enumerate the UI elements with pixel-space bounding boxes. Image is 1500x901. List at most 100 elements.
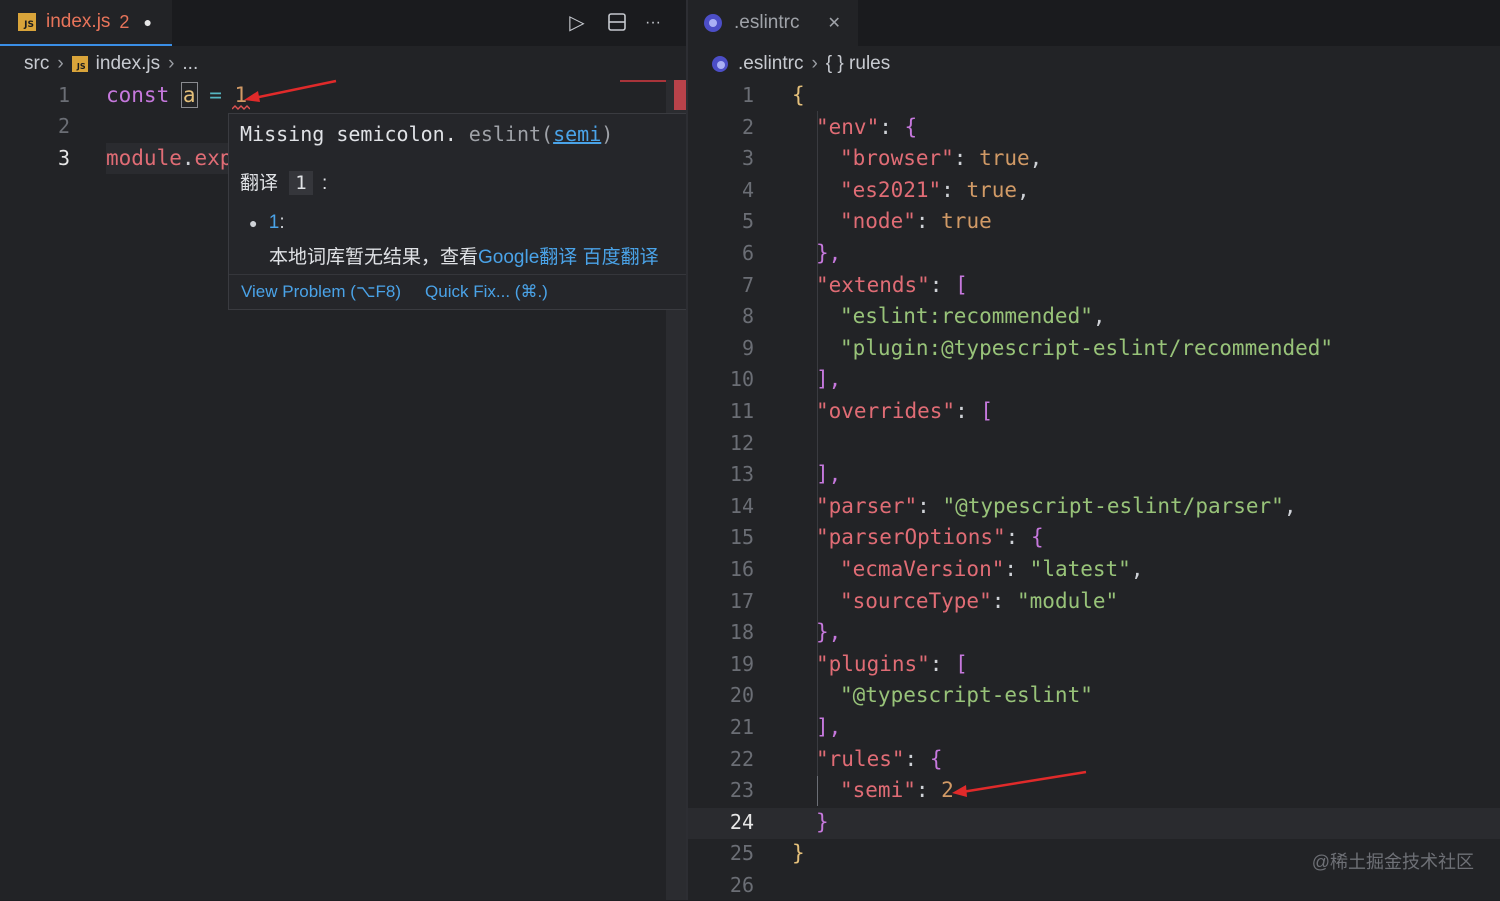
code-line[interactable]: "@typescript-eslint" [840,680,1093,711]
translate-result: 本地词库暂无结果，查看Google翻译 百度翻译 [269,242,659,269]
code-line[interactable]: ], [816,364,841,395]
breadcrumb-file[interactable]: index.js [96,53,160,75]
code-line[interactable]: } [792,838,805,869]
brace: { [792,83,805,107]
code-area[interactable]: const a = 1 module.exp [106,80,303,200]
line-number: 3 [741,146,754,171]
line-number: 15 [729,525,754,550]
code-line[interactable]: "eslint:recommended", [840,301,1106,332]
rule-link-semi[interactable]: semi [553,122,601,146]
json-value: true [941,209,992,234]
left-editor-group: JS index.js 2 ● ▷ ··· src › JS index.js … [0,0,696,900]
breadcrumb-file[interactable]: .eslintrc [738,53,803,75]
translate-label: 翻译 [240,173,279,194]
json-key: "ecmaVersion" [840,557,1005,581]
breadcrumb-more[interactable]: ... [182,53,198,75]
line-number: 7 [741,272,754,297]
breadcrumb: src › JS index.js › ... [24,48,198,80]
chevron-right-icon: › [168,53,175,74]
translate-term: 1 [289,171,313,195]
unsaved-dot-icon[interactable]: ● [143,14,151,30]
hover-message-line: Missing semicolon. eslint(semi) [240,122,613,146]
line-number: 3 [57,146,70,170]
tab-filename: index.js [46,11,111,32]
code-line[interactable]: }, [816,617,841,648]
split-editor-icon[interactable] [606,12,628,34]
diagnostic-message: Missing semicolon. [240,122,457,146]
code-line[interactable]: "parserOptions": { [816,522,1044,553]
watermark: @稀土掘金技术社区 [1311,852,1474,872]
dot: . [181,146,195,170]
problem-count-badge: 2 [119,11,130,32]
json-string: "module" [1017,588,1119,613]
tab-index-js[interactable]: JS index.js 2 ● [0,0,172,46]
code-line[interactable]: ], [816,459,841,490]
breadcrumb: .eslintrc › { } rules [712,48,890,80]
tab-eslintrc[interactable]: .eslintrc ✕ [688,0,858,46]
operator-equals: = [209,83,222,107]
code-line[interactable]: "ecmaVersion": "latest", [840,554,1143,585]
code-line[interactable]: "env": { [816,112,917,143]
code-line[interactable]: module.exp [106,143,236,174]
line-number: 9 [741,335,754,360]
json-key: "overrides" [816,399,956,423]
code-line[interactable]: "es2021": true, [840,175,1030,206]
google-translate-link[interactable]: Google翻译 [478,247,577,268]
view-problem-link[interactable]: View Problem (⌥F8) [241,282,401,302]
close-icon[interactable]: ✕ [827,13,840,33]
baidu-translate-link[interactable]: 百度翻译 [583,247,659,268]
json-string: "latest" [1029,557,1131,581]
code-line[interactable]: "parser": "@typescript-eslint/parser", [816,491,1296,522]
quick-fix-link[interactable]: Quick Fix... (⌘.) [425,282,548,302]
line-number: 1 [741,83,754,107]
code-line[interactable]: "browser": true, [840,143,1042,174]
chevron-right-icon: › [811,53,818,74]
line-number: 10 [729,367,754,392]
bracket: [ [955,272,968,297]
line-number: 24 [729,809,754,834]
brace: { [1030,525,1044,550]
code-line[interactable]: "node": true [840,206,992,237]
more-actions-icon[interactable]: ··· [642,12,664,34]
line-number: 25 [729,841,754,866]
code-line[interactable] [106,111,303,198]
code-line[interactable]: "sourceType": "module" [840,586,1118,617]
line-number: 17 [729,588,754,613]
code-area[interactable]: { "env": { "browser": true, "es2021": tr… [792,80,1333,865]
chevron-right-icon: › [57,53,64,74]
translate-colon: : [322,173,328,194]
json-key: "parserOptions" [816,525,1006,550]
code-line[interactable]: "plugin:@typescript-eslint/recommended" [840,333,1333,364]
code-line[interactable]: ], [816,712,841,743]
bracket: [ [955,651,968,676]
json-key: "browser" [840,146,954,171]
code-line[interactable]: "extends": [ [816,270,968,301]
minimap-error-marker [620,80,666,82]
code-line[interactable]: const a = 1 [106,80,247,111]
breadcrumb-folder[interactable]: src [24,53,49,75]
breadcrumb-symbol[interactable]: { } rules [826,53,890,75]
js-file-icon: JS [71,56,88,72]
line-number: 12 [729,430,754,455]
tab-filename: .eslintrc [734,12,800,33]
keyword-const: const [106,83,170,107]
line-number: 16 [729,557,754,581]
json-key: "plugins" [816,651,930,676]
variable-a[interactable]: a [180,82,198,108]
diagnostic-source-end: ) [601,122,614,146]
right-tab-bar: .eslintrc ✕ [688,0,1500,46]
run-icon[interactable]: ▷ [566,12,588,34]
bullet-colon: : [279,212,285,233]
line-number: 6 [741,241,754,265]
code-line[interactable]: }, [816,238,841,269]
code-line[interactable]: "overrides": [ [816,396,993,427]
eslintrc-file-icon [712,56,728,72]
diagnostic-source: eslint( [468,122,554,146]
code-line[interactable]: { [792,80,805,111]
code-line[interactable]: } [816,807,829,838]
code-line[interactable]: "semi": 2 [840,775,954,806]
right-editor-group: .eslintrc ✕ .eslintrc › { } rules 123456… [688,0,1500,900]
code-line[interactable]: "rules": { [816,744,942,775]
code-line[interactable]: "plugins": [ [816,649,968,680]
annotation-arrow [952,770,1087,797]
